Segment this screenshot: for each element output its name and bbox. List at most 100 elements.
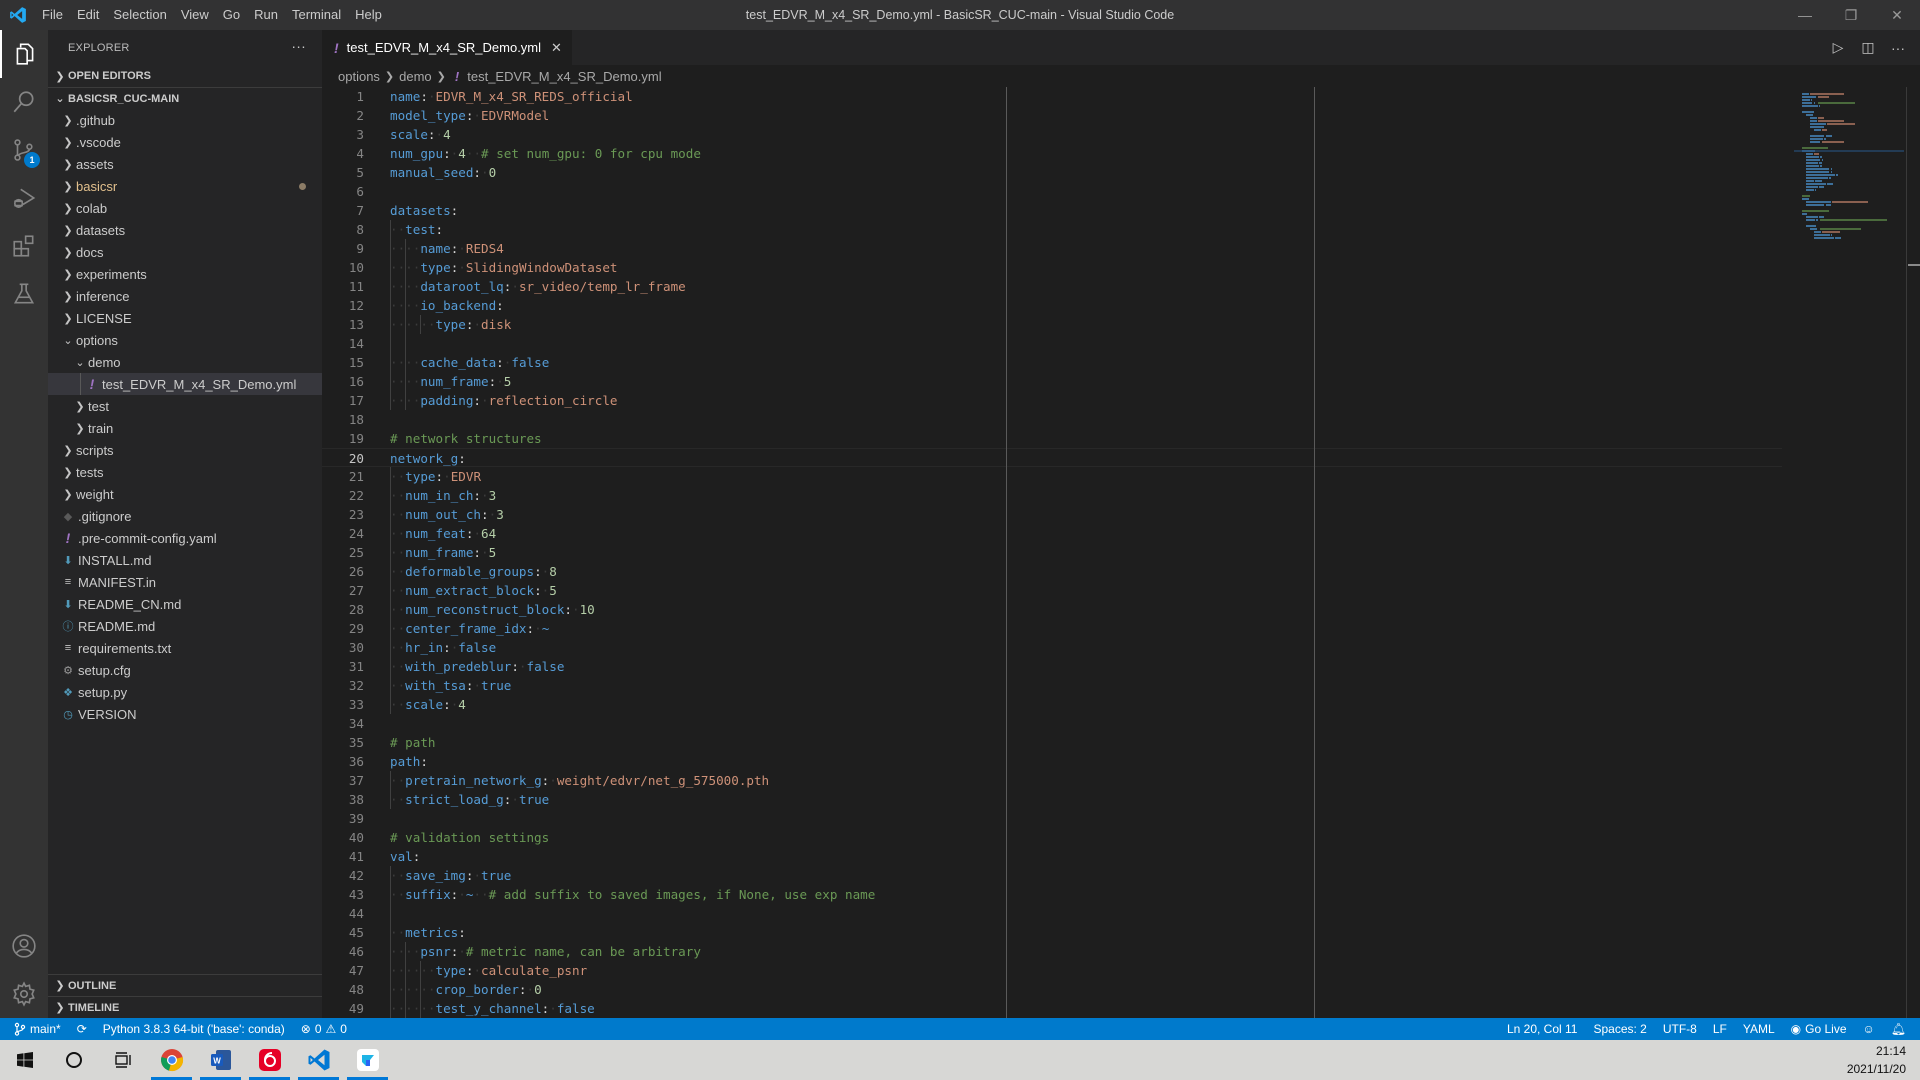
activity-source-control[interactable]: 1 [0, 126, 48, 174]
encoding[interactable]: UTF-8 [1655, 1018, 1705, 1040]
code-line[interactable]: 33 ··scale:·4 [322, 695, 1782, 714]
breadcrumb-file[interactable]: test_EDVR_M_x4_SR_Demo.yml [467, 69, 661, 84]
code-line[interactable]: 26 ··deformable_groups:·8 [322, 562, 1782, 581]
code-line[interactable]: 10····type:·SlidingWindowDataset [322, 258, 1782, 277]
code-line[interactable]: 38 ··strict_load_g:·true [322, 790, 1782, 809]
code-line[interactable]: 1 name:·EDVR_M_x4_SR_REDS_official [322, 87, 1782, 106]
python-interpreter[interactable]: Python 3.8.3 64-bit ('base': conda) [95, 1018, 293, 1040]
code-line[interactable]: 11····dataroot_lq:·sr_video/temp_lr_fram… [322, 277, 1782, 296]
taskbar-feishu[interactable] [343, 1040, 392, 1080]
code-line[interactable]: 37 ··pretrain_network_g:·weight/edvr/net_… [322, 771, 1782, 790]
run-file-icon[interactable]: ▷ [1826, 39, 1850, 56]
tree-item[interactable]: ≡ MANIFEST.in [48, 571, 322, 593]
tree-item[interactable]: ⚙ setup.cfg [48, 659, 322, 681]
code-line[interactable]: 18 [322, 410, 1782, 429]
menu-help[interactable]: Help [348, 0, 389, 30]
code-line[interactable]: 27 ··num_extract_block:·5 [322, 581, 1782, 600]
code-line[interactable]: 3 scale:·4 [322, 125, 1782, 144]
code-line[interactable]: 12 ····io_backend: [322, 296, 1782, 315]
tree-item[interactable]: ⬇ README_CN.md [48, 593, 322, 615]
code-line[interactable]: 42 ··save_img:·true [322, 866, 1782, 885]
menu-selection[interactable]: Selection [106, 0, 173, 30]
tree-item[interactable]: ⌄ demo [48, 351, 322, 373]
code-line[interactable]: 35 # path [322, 733, 1782, 752]
menu-view[interactable]: View [174, 0, 216, 30]
code-line[interactable]: 24 ··num_feat:·64 [322, 524, 1782, 543]
tree-item[interactable]: ! test_EDVR_M_x4_SR_Demo.yml [48, 373, 322, 395]
code-line[interactable]: 14 [322, 334, 1782, 353]
code-line[interactable]: 8 ··test: [322, 220, 1782, 239]
tree-item[interactable]: ❯ LICENSE [48, 307, 322, 329]
code-line[interactable]: 29 ··center_frame_idx:·~ [322, 619, 1782, 638]
code-line[interactable]: 28 ··num_reconstruct_block:·10 [322, 600, 1782, 619]
tree-item[interactable]: ! .pre-commit-config.yaml [48, 527, 322, 549]
code-line[interactable]: 44 [322, 904, 1782, 923]
code-line[interactable]: 47 ······type:·calculate_psnr [322, 961, 1782, 980]
code-line[interactable]: 25 ··num_frame:·5 [322, 543, 1782, 562]
taskbar-chrome[interactable] [147, 1040, 196, 1080]
code-line[interactable]: 36 path: [322, 752, 1782, 771]
outline-section[interactable]: ❯ OUTLINE [48, 974, 322, 996]
sync-button[interactable]: ⟳ [69, 1018, 95, 1040]
activity-extensions[interactable] [0, 222, 48, 270]
code-line[interactable]: 23 ··num_out_ch:·3 [322, 505, 1782, 524]
notifications-button[interactable]: 🔔︎ [1883, 1018, 1920, 1040]
menu-run[interactable]: Run [247, 0, 285, 30]
tree-item[interactable]: ⌄ options [48, 329, 322, 351]
code-line[interactable]: 43 ··suffix:·~··# add suffix to saved ima… [322, 885, 1782, 904]
code-line[interactable]: 48 ······crop_border:·0 [322, 980, 1782, 999]
code-line[interactable]: 22 ··num_in_ch:·3 [322, 486, 1782, 505]
indentation[interactable]: Spaces: 2 [1585, 1018, 1654, 1040]
menu-file[interactable]: File [35, 0, 70, 30]
code-line[interactable]: 40 # validation settings [322, 828, 1782, 847]
cortana-button[interactable] [49, 1040, 98, 1080]
tree-item[interactable]: ◷ VERSION [48, 703, 322, 725]
timeline-section[interactable]: ❯ TIMELINE [48, 996, 322, 1018]
end-of-line[interactable]: LF [1705, 1018, 1735, 1040]
restore-button[interactable]: ❐ [1828, 0, 1874, 30]
code-line[interactable]: 16····num_frame:·5 [322, 372, 1782, 391]
problems-indicator[interactable]: ⊗ 0 ⚠ 0 [293, 1018, 355, 1040]
taskbar-word[interactable]: W [196, 1040, 245, 1080]
tree-item[interactable]: ❯ tests [48, 461, 322, 483]
breadcrumb-demo[interactable]: demo [399, 69, 432, 84]
activity-explorer[interactable] [0, 30, 48, 78]
code-line[interactable]: 39 [322, 809, 1782, 828]
go-live-button[interactable]: ◉ Go Live [1783, 1018, 1855, 1040]
code-line[interactable]: 21 ··type:·EDVR [322, 467, 1782, 486]
code-line[interactable]: 6 [322, 182, 1782, 201]
workspace-root-section[interactable]: ⌄ BASICSR_CUC-MAIN [48, 87, 322, 109]
tree-item[interactable]: ❯ test [48, 395, 322, 417]
breadcrumb-options[interactable]: options [338, 69, 380, 84]
menu-go[interactable]: Go [216, 0, 247, 30]
language-mode[interactable]: YAML [1735, 1018, 1783, 1040]
split-editor-icon[interactable]: ◫ [1856, 39, 1880, 56]
tree-item[interactable]: ⬇ INSTALL.md [48, 549, 322, 571]
tree-item[interactable]: ❯ basicsr [48, 175, 322, 197]
code-line[interactable]: 4 num_gpu:·4··# set num_gpu: 0 for cpu mo… [322, 144, 1782, 163]
task-view-button[interactable] [98, 1040, 147, 1080]
tree-item[interactable]: ◆ .gitignore [48, 505, 322, 527]
system-clock[interactable]: 21:14 2021/11/20 [1847, 1042, 1906, 1078]
code-line[interactable]: 31 ··with_predeblur:·false [322, 657, 1782, 676]
menu-terminal[interactable]: Terminal [285, 0, 348, 30]
tree-item[interactable]: ❯ .github [48, 109, 322, 131]
close-window-button[interactable]: ✕ [1874, 0, 1920, 30]
activity-run-debug[interactable] [0, 174, 48, 222]
code-line[interactable]: 19 # network structures [322, 429, 1782, 448]
activity-search[interactable] [0, 78, 48, 126]
code-line[interactable]: 49 ······test_y_channel:·false [322, 999, 1782, 1018]
code-line[interactable]: 7 datasets: [322, 201, 1782, 220]
minimize-button[interactable]: — [1782, 0, 1828, 30]
vertical-scrollbar[interactable] [1906, 87, 1920, 1018]
code-line[interactable]: 20 network_g: [322, 448, 1782, 467]
code-line[interactable]: 32 ··with_tsa:·true [322, 676, 1782, 695]
more-actions-icon[interactable]: ··· [1886, 40, 1910, 56]
code-line[interactable]: 15 ····cache_data:·false [322, 353, 1782, 372]
tab-test-edvr-yml[interactable]: ! test_EDVR_M_x4_SR_Demo.yml ✕ [322, 30, 572, 65]
tree-item[interactable]: ≡ requirements.txt [48, 637, 322, 659]
code-line[interactable]: 45 ··metrics: [322, 923, 1782, 942]
tree-item[interactable]: ❯ docs [48, 241, 322, 263]
tree-item[interactable]: ❯ train [48, 417, 322, 439]
tree-item[interactable]: ❯ datasets [48, 219, 322, 241]
